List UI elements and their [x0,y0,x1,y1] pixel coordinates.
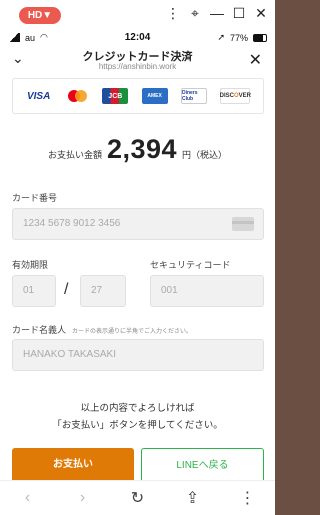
amex-logo: AMEX [141,88,168,104]
phone-status-bar: au ◠ 12:04 ➚ 77% [0,28,275,46]
battery-icon [253,33,267,42]
security-code-input[interactable]: 001 [150,275,264,307]
expiry-year-input[interactable]: 27 [80,275,126,307]
confirmation-note: 以上の内容でよろしければ 「お支払い」ボタンを押してください。 [52,403,223,431]
forward-arrow-icon[interactable]: › [71,489,95,507]
browser-bottom-nav: ‹ › ↻ ⇪ ⋮ [0,480,275,515]
mastercard-logo [65,88,89,104]
back-to-line-button[interactable]: LINEへ戻る [141,448,264,484]
page-url: https://anshinbin.work [98,62,177,71]
expiry-month-input[interactable]: 01 [12,275,56,307]
amount-value: 2,394 [106,134,178,164]
cardholder-label: カード名義人 カードの表示通りに半角でご入力ください。 [12,325,193,335]
expiry-label: 有効期限 [12,260,49,270]
back-arrow-icon[interactable]: ‹ [16,489,40,507]
emulator-title-bar: HD▼ ⋮ ⌖ — ☐ ✕ [0,0,275,28]
more-options-icon[interactable]: ⋮ [165,4,181,22]
credit-card-icon [232,217,254,231]
cardholder-hint: カードの表示通りに半角でご入力ください。 [72,329,193,335]
jcb-logo: JCB [102,88,129,104]
browser-header: ⌄ クレジットカード決済 https://anshinbin.work ✕ [0,46,275,76]
visa-logo: VISA [26,90,51,102]
hd-quality-badge[interactable]: HD▼ [19,7,61,24]
card-number-input[interactable]: 1234 5678 9012 3456 [12,208,264,240]
accepted-cards-strip: VISA JCB AMEX Diners Club DISC O VER [12,78,264,114]
minimize-icon[interactable]: — [209,4,225,22]
cardholder-name-input[interactable]: HANAKO TAKASAKI [12,339,264,371]
security-code-label: セキュリティコード [150,260,231,270]
discover-logo: DISC O VER [220,88,251,104]
expiry-separator: / [64,281,69,298]
location-icon: ➚ [217,32,225,42]
card-number-label: カード番号 [12,193,58,203]
menu-icon[interactable]: ⋮ [236,488,260,508]
pin-icon[interactable]: ⌖ [187,4,203,22]
share-icon[interactable]: ⇪ [181,488,205,508]
pay-button[interactable]: お支払い [12,448,134,484]
window-close-icon[interactable]: ✕ [253,4,269,22]
diners-logo: Diners Club [180,88,207,104]
amount-label: お支払い金額 [47,150,102,160]
close-icon[interactable]: ✕ [249,50,262,70]
amount-unit: 円（税込） [182,150,228,160]
payment-amount: お支払い金額 2,394 円（税込） [0,134,275,165]
window-controls: ⋮ ⌖ — ☐ ✕ [165,4,269,22]
maximize-icon[interactable]: ☐ [231,4,247,22]
battery-percent: 77% [229,32,248,43]
reload-icon[interactable]: ↻ [126,488,150,508]
payment-form: VISA JCB AMEX Diners Club DISC O VER お支払い金… [0,76,275,484]
